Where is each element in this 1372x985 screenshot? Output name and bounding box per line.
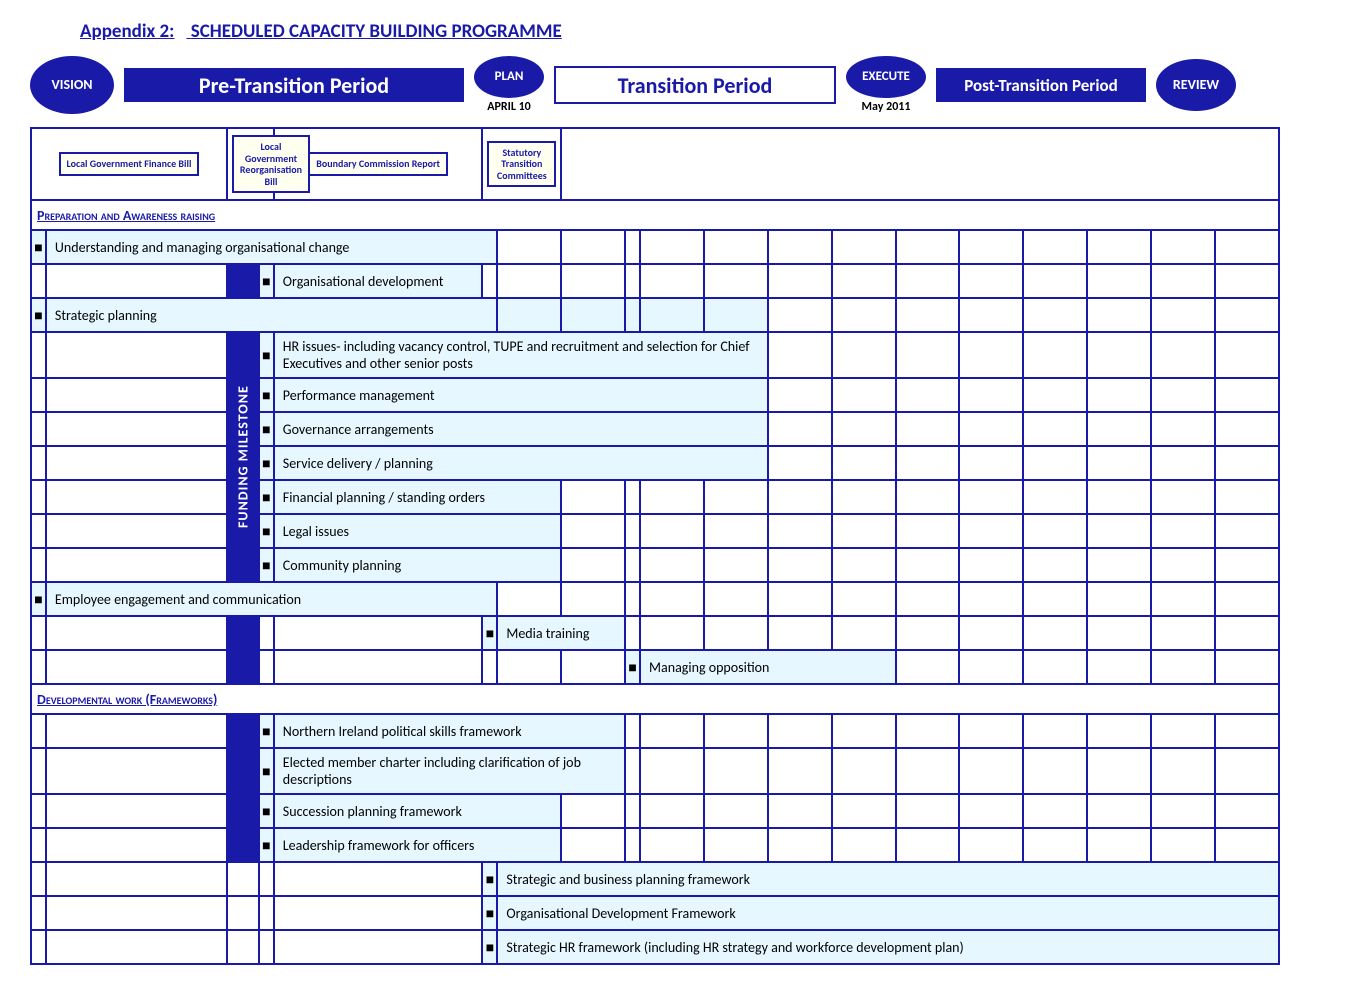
row-label: Succession planning framework — [274, 794, 561, 828]
section-heading: Developmental work (Frameworks) — [31, 684, 1279, 714]
table-row: Service delivery / planning — [31, 446, 1279, 480]
row-label: Leadership framework for officers — [274, 828, 561, 862]
row-label: Northern Ireland political skills framew… — [274, 714, 625, 748]
section-row: Preparation and Awareness raising — [31, 200, 1279, 230]
row-label: Media training — [497, 616, 625, 650]
section-heading: Preparation and Awareness raising — [31, 200, 1279, 230]
row-label: Legal issues — [274, 514, 561, 548]
plan-badge: PLAN — [474, 56, 544, 98]
table-row: Strategic planning — [31, 298, 1279, 332]
table-row: Northern Ireland political skills framew… — [31, 714, 1279, 748]
table-row: FUNDING MILESTONE HR issues- including v… — [31, 332, 1279, 378]
execute-badge: EXECUTE — [846, 56, 926, 98]
table-row: Organisational development — [31, 264, 1279, 298]
row-label: Organisational development — [274, 264, 483, 298]
table-row: Strategic and business planning framewor… — [31, 862, 1279, 896]
vision-badge: VISION — [30, 56, 114, 114]
row-label: Organisational Development Framework — [497, 896, 1279, 930]
table-row: Community planning — [31, 548, 1279, 582]
table-row: Managing opposition — [31, 650, 1279, 684]
title-prefix: Appendix 2: — [80, 20, 174, 43]
docbox: Local Government Finance Bill — [59, 152, 200, 176]
table-row: Leadership framework for officers — [31, 828, 1279, 862]
docbox: Boundary Commission Report — [308, 152, 448, 176]
docbox: Statutory Transition Committees — [487, 141, 556, 188]
section-row: Developmental work (Frameworks) — [31, 684, 1279, 714]
header-strip: VISION Pre-Transition Period PLAN APRIL … — [30, 51, 1342, 119]
row-label: Elected member charter including clarifi… — [274, 748, 625, 794]
table-row: Governance arrangements — [31, 412, 1279, 446]
table-row: Succession planning framework — [31, 794, 1279, 828]
row-label: Understanding and managing organisationa… — [46, 230, 497, 264]
row-label: Service delivery / planning — [274, 446, 768, 480]
table-row: Legal issues — [31, 514, 1279, 548]
plan-date: APRIL 10 — [487, 100, 531, 114]
docbox-row: Local Government Finance Bill Local Gove… — [31, 128, 1279, 200]
table-row: Media training — [31, 616, 1279, 650]
row-label: Community planning — [274, 548, 561, 582]
docbox: Local Government Reorganisation Bill — [232, 135, 310, 193]
table-row: Strategic HR framework (including HR str… — [31, 930, 1279, 964]
page-title: Appendix 2: SCHEDULED CAPACITY BUILDING … — [80, 20, 1342, 43]
transition-bar: Transition Period — [554, 66, 836, 104]
execute-date: May 2011 — [862, 100, 911, 114]
title-main: SCHEDULED CAPACITY BUILDING PROGRAMME — [191, 20, 562, 43]
row-label: Strategic HR framework (including HR str… — [497, 930, 1279, 964]
milestone-label: FUNDING MILESTONE — [227, 332, 259, 582]
row-label: Strategic and business planning framewor… — [497, 862, 1279, 896]
row-label: HR issues- including vacancy control, TU… — [274, 332, 768, 378]
row-label: Employee engagement and communication — [46, 582, 497, 616]
programme-grid: Local Government Finance Bill Local Gove… — [30, 127, 1280, 965]
row-label: Performance management — [274, 378, 768, 412]
table-row: Performance management — [31, 378, 1279, 412]
table-row: Organisational Development Framework — [31, 896, 1279, 930]
post-transition-bar: Post-Transition Period — [936, 68, 1146, 102]
table-row: Understanding and managing organisationa… — [31, 230, 1279, 264]
row-label: Managing opposition — [640, 650, 896, 684]
row-label: Strategic planning — [46, 298, 497, 332]
table-row: Elected member charter including clarifi… — [31, 748, 1279, 794]
pre-transition-bar: Pre-Transition Period — [124, 68, 464, 102]
table-row: Employee engagement and communication — [31, 582, 1279, 616]
table-row: Financial planning / standing orders — [31, 480, 1279, 514]
row-label: Governance arrangements — [274, 412, 768, 446]
row-label: Financial planning / standing orders — [274, 480, 561, 514]
review-badge: REVIEW — [1156, 59, 1236, 111]
